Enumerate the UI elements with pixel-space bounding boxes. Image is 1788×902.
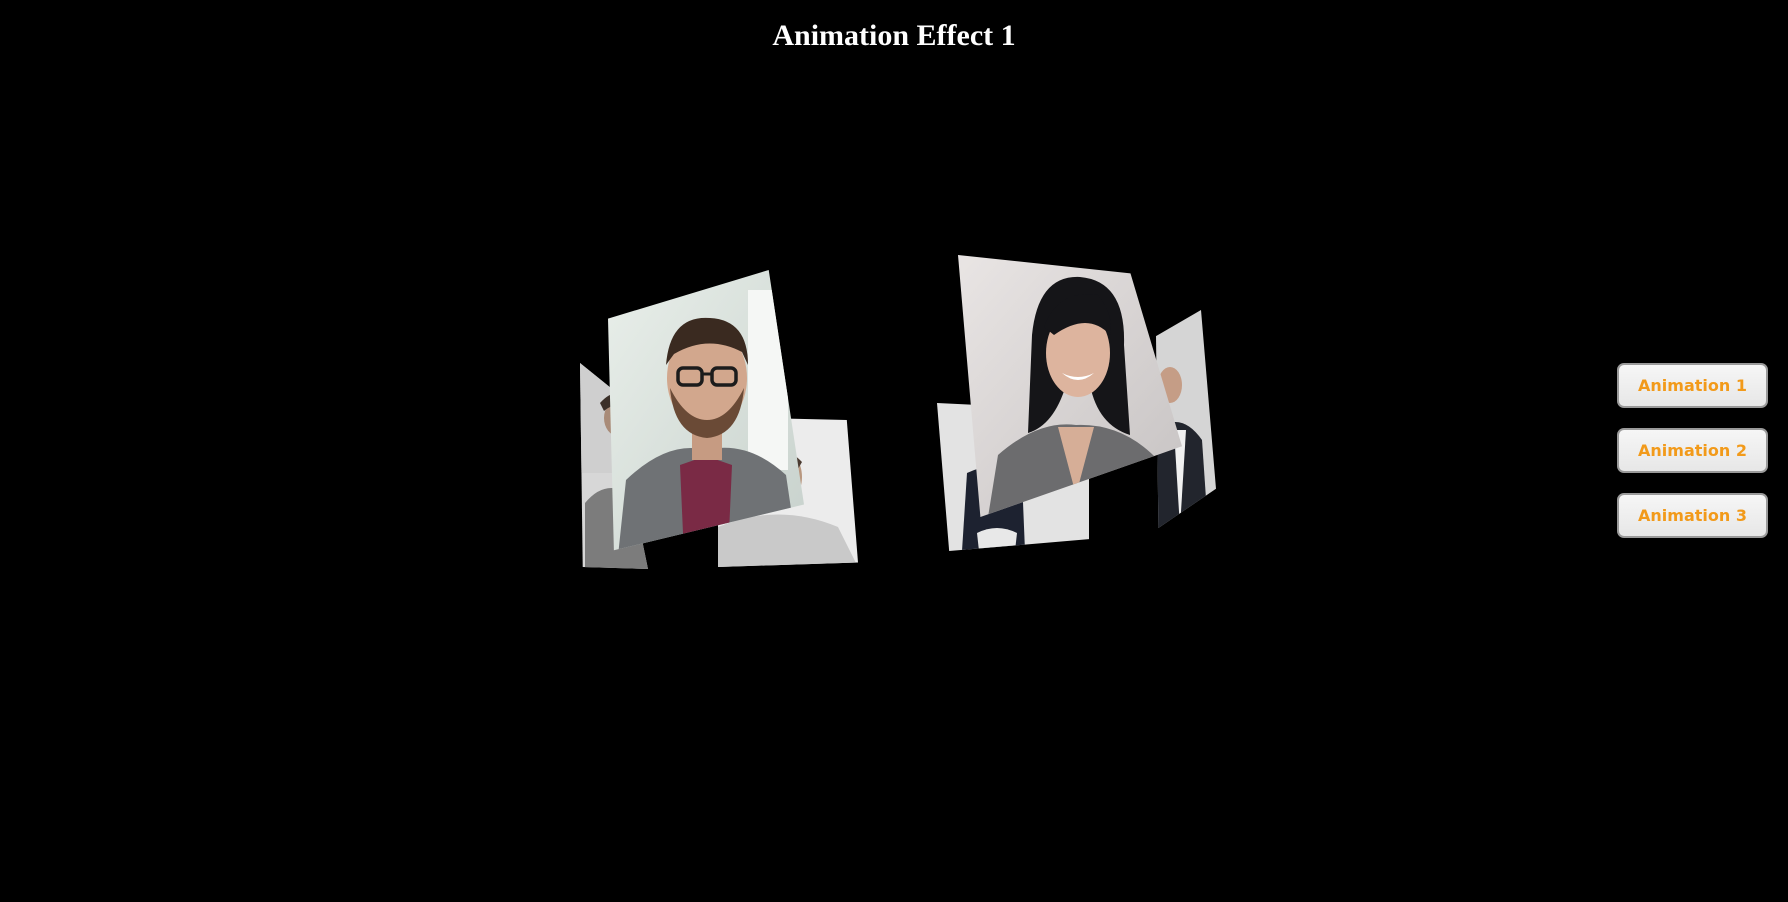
animation-button-group: Animation 1 Animation 2 Animation 3: [1617, 363, 1768, 558]
main-portrait-woman: [958, 255, 1182, 517]
animation-3-button[interactable]: Animation 3: [1617, 493, 1768, 538]
animation-2-button[interactable]: Animation 2: [1617, 428, 1768, 473]
animation-stage: [0, 0, 1788, 902]
animation-1-button[interactable]: Animation 1: [1617, 363, 1768, 408]
